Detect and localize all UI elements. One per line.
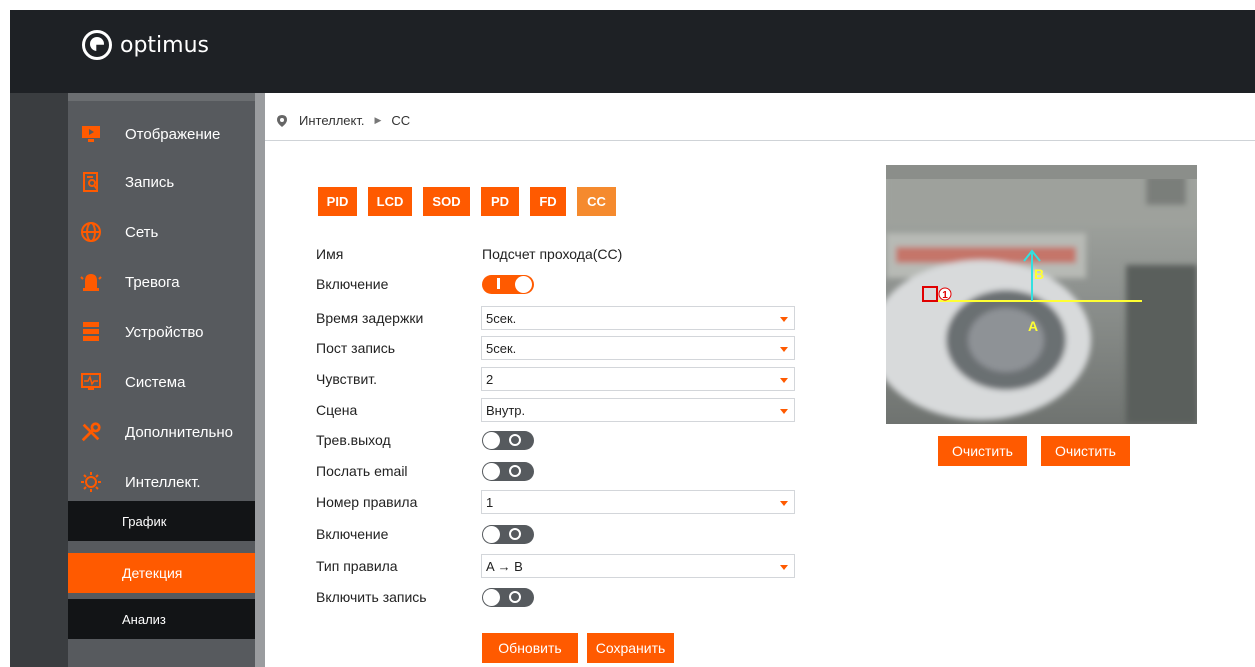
- post-record-select[interactable]: 5сек.: [481, 336, 795, 360]
- sidebar-item-alarm[interactable]: Тревога: [68, 257, 255, 307]
- post-record-select-value: 5сек.: [486, 340, 517, 356]
- enable-toggle[interactable]: [482, 275, 534, 294]
- monitor-play-icon: [80, 123, 102, 145]
- scene-select[interactable]: Внутр.: [481, 398, 795, 422]
- camera-preview[interactable]: 1 B A: [886, 165, 1197, 424]
- sidebar-item-label: Дополнительно: [125, 423, 233, 441]
- sensitivity-select[interactable]: 2: [481, 367, 795, 391]
- sidebar-item-label: Сеть: [125, 223, 159, 241]
- scene-label: Сцена: [316, 402, 358, 418]
- system-monitor-icon: [80, 371, 102, 393]
- save-button[interactable]: Сохранить: [587, 633, 674, 663]
- delay-label: Время задержки: [316, 310, 424, 326]
- sidebar-item-display[interactable]: Отображение: [68, 109, 255, 159]
- caret-down-icon: [780, 317, 788, 322]
- sidebar-subitem-label: Анализ: [122, 611, 166, 627]
- sidebar-item-network[interactable]: Сеть: [68, 207, 255, 257]
- file-search-icon: [80, 171, 102, 193]
- sensitivity-select-value: 2: [486, 371, 494, 387]
- tab-sod[interactable]: SOD: [423, 187, 470, 216]
- record-toggle[interactable]: [482, 588, 534, 607]
- sidebar-subitem-detection[interactable]: Детекция: [68, 553, 255, 593]
- record-label: Включить запись: [316, 589, 427, 605]
- sidebar-subitem-label: График: [122, 513, 167, 529]
- rule-type-select-value: A → B: [486, 558, 523, 574]
- sidebar-item-label: Запись: [125, 173, 175, 191]
- location-pin-icon: [277, 114, 287, 127]
- sidebar-subitem-schedule[interactable]: График: [68, 501, 255, 541]
- intelligence-icon: [80, 471, 102, 493]
- sidebar-item-record[interactable]: Запись: [68, 157, 255, 207]
- sidebar-item-device[interactable]: Устройство: [68, 307, 255, 357]
- caret-down-icon: [780, 501, 788, 506]
- sensitivity-label: Чувствит.: [316, 371, 378, 387]
- brand-logo: optimus: [82, 30, 209, 60]
- delay-select-value: 5сек.: [486, 310, 517, 326]
- label-a: A: [1028, 318, 1038, 334]
- delay-select[interactable]: 5сек.: [481, 306, 795, 330]
- top-header: optimus: [10, 10, 1255, 93]
- clear-button-2[interactable]: Очистить: [1041, 436, 1130, 466]
- sidebar-subitem-analysis[interactable]: Анализ: [68, 599, 255, 639]
- detection-tabs: PID LCD SOD PD FD CC: [318, 187, 627, 216]
- email-label: Послать email: [316, 463, 408, 479]
- sidebar-item-label: Система: [125, 373, 186, 391]
- sidebar-item-label: Тревога: [125, 273, 180, 291]
- rule-type-select[interactable]: A → B: [481, 554, 795, 578]
- server-icon: [80, 321, 102, 343]
- alarm-out-label: Трев.выход: [316, 432, 391, 448]
- tab-fd[interactable]: FD: [530, 187, 566, 216]
- scene-select-value: Внутр.: [486, 402, 526, 418]
- tab-pid[interactable]: PID: [318, 187, 357, 216]
- tab-pd[interactable]: PD: [481, 187, 519, 216]
- sidebar-item-label: Устройство: [125, 323, 204, 341]
- left-margin: [10, 93, 68, 667]
- breadcrumb-arrow-icon: ▶: [374, 115, 382, 125]
- clear-button-1[interactable]: Очистить: [938, 436, 1027, 466]
- alarm-out-toggle[interactable]: [482, 431, 534, 450]
- sidebar-item-advanced[interactable]: Дополнительно: [68, 407, 255, 457]
- refresh-button[interactable]: Обновить: [482, 633, 578, 663]
- caret-down-icon: [780, 409, 788, 414]
- rule-number-select-value: 1: [486, 494, 494, 510]
- rule-enable-label: Включение: [316, 526, 389, 542]
- sidebar-item-system[interactable]: Система: [68, 357, 255, 407]
- rule-number-label: 1: [942, 290, 948, 301]
- sidebar: Отображение Запись Сеть Тревога Устройст…: [68, 93, 255, 667]
- rule-number-select[interactable]: 1: [481, 490, 795, 514]
- sidebar-subitem-label: Детекция: [122, 565, 183, 581]
- caret-down-icon: [780, 378, 788, 383]
- globe-icon: [80, 221, 102, 243]
- name-value: Подсчет прохода(CC): [482, 246, 623, 262]
- brand-name: optimus: [120, 32, 209, 58]
- breadcrumb-item[interactable]: Интеллект.: [299, 113, 365, 128]
- sidebar-item-intelligence[interactable]: Интеллект.: [68, 457, 255, 507]
- sidebar-divider: [255, 93, 265, 667]
- sidebar-item-label: Интеллект.: [125, 473, 201, 491]
- camera-feed-image: 1 B A: [886, 165, 1197, 424]
- sidebar-item-label: Отображение: [125, 125, 221, 143]
- optimus-logo-icon: [82, 30, 112, 60]
- name-label: Имя: [316, 246, 344, 262]
- alarm-bell-icon: [80, 271, 102, 293]
- rule-enable-toggle[interactable]: [482, 525, 534, 544]
- caret-down-icon: [780, 347, 788, 352]
- caret-down-icon: [780, 565, 788, 570]
- post-record-label: Пост запись: [316, 340, 396, 356]
- breadcrumb-current: CC: [391, 113, 411, 128]
- label-b: B: [1034, 266, 1044, 282]
- breadcrumb: Интеллект. ▶ CC: [265, 101, 1255, 141]
- enable-label: Включение: [316, 276, 389, 292]
- email-toggle[interactable]: [482, 462, 534, 481]
- tab-cc[interactable]: CC: [577, 187, 616, 216]
- rule-type-label: Тип правила: [316, 558, 398, 574]
- rule-number-label: Номер правила: [316, 494, 418, 510]
- tools-icon: [80, 421, 102, 443]
- tab-lcd[interactable]: LCD: [368, 187, 412, 216]
